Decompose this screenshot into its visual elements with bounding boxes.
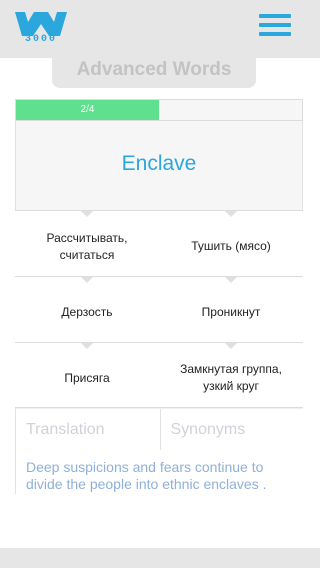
options-row: Рассчитывать, считаться Тушить (мясо) [15, 210, 303, 276]
progress-bar: 2/4 [15, 99, 303, 121]
option-button[interactable]: Проникнут [159, 277, 303, 342]
option-button[interactable]: Замкнутая группа, узкий круг [159, 343, 303, 407]
progress-fill: 2/4 [16, 100, 159, 120]
option-label: Тушить (мясо) [191, 239, 271, 253]
options-row: Присяга Замкнутая группа, узкий круг [15, 342, 303, 408]
option-label: Замкнутая группа, узкий круг [180, 362, 282, 393]
option-label: Присяга [64, 370, 110, 385]
tab-synonyms[interactable]: Synonyms [159, 409, 304, 450]
bottom-strip [0, 548, 320, 568]
tab-translation[interactable]: Translation [16, 409, 160, 450]
notch-arrow [225, 343, 237, 349]
logo-text: 3000 [24, 34, 57, 45]
hint-tabs: Translation Synonyms [15, 408, 303, 450]
notch-arrow [81, 211, 93, 217]
option-button[interactable]: Дерзость [15, 277, 159, 342]
page-title: Advanced Words [52, 58, 256, 88]
option-button[interactable]: Присяга [15, 343, 159, 407]
current-word: Enclave [15, 121, 303, 210]
option-label: Дерзость [61, 305, 113, 319]
notch-arrow [225, 277, 237, 283]
notch-arrow [81, 343, 93, 349]
answer-options: Рассчитывать, считаться Тушить (мясо) Де… [15, 210, 303, 408]
top-bar: 3000 [0, 0, 320, 58]
option-label: Проникнут [201, 305, 261, 319]
option-button[interactable]: Рассчитывать, считаться [15, 211, 159, 276]
w3000-logo[interactable]: 3000 [14, 12, 68, 46]
w-logo-icon [15, 12, 67, 36]
example-sentence: Deep suspicions and fears continue to di… [15, 450, 303, 494]
option-label: Рассчитывать, считаться [46, 230, 128, 262]
notch-arrow [225, 211, 237, 217]
notch-arrow [81, 277, 93, 283]
hamburger-menu-icon[interactable] [259, 14, 293, 42]
options-row: Дерзость Проникнут [15, 276, 303, 342]
option-button[interactable]: Тушить (мясо) [159, 211, 303, 276]
